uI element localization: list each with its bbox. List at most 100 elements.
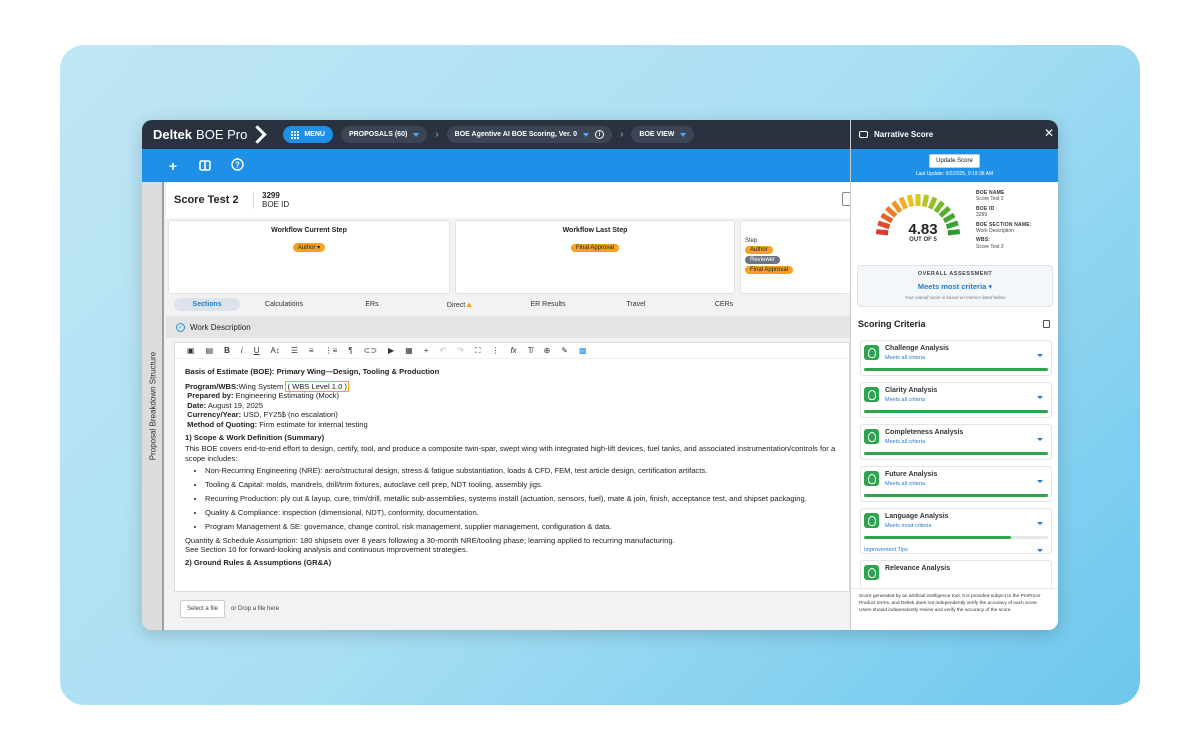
breakdown-structure-tab[interactable]: Proposal Breakdown Structure xyxy=(142,182,164,630)
shield-check-icon xyxy=(864,471,879,486)
criteria-name: Clarity Analysis xyxy=(885,387,938,394)
rich-text-editor[interactable]: ▣ ▤ B i U A↕ ☰ ≡ ⋮≡ ¶ ⊂⊃ ▶ ▦ + ↶ ↷ ⛶ ⋮ f… xyxy=(174,342,850,592)
breadcrumb-separator-icon: › xyxy=(435,129,439,140)
chevron-down-icon[interactable] xyxy=(1037,549,1043,552)
chevron-down-icon[interactable] xyxy=(1037,396,1043,399)
list-item: Recurring Production: ply cut & layup, c… xyxy=(205,494,839,504)
criteria-progress xyxy=(864,368,1048,371)
tab-er-results[interactable]: ER Results xyxy=(504,298,592,311)
criteria-name: Language Analysis xyxy=(885,513,949,520)
update-score-button[interactable]: Update Score xyxy=(929,154,980,168)
fullscreen-icon[interactable]: ⛶ xyxy=(475,346,481,356)
overall-assessment[interactable]: OVERALL ASSESSMENT Meets most criteria ▾… xyxy=(857,265,1053,307)
table-icon[interactable]: ▦ xyxy=(405,346,413,355)
assumption-text: Quantity & Schedule Assumption: 180 ship… xyxy=(185,535,675,545)
criteria-card[interactable]: Future Analysis Meets all criteria xyxy=(860,466,1052,502)
criteria-card[interactable]: Challenge Analysis Meets all criteria xyxy=(860,340,1052,376)
formula-icon[interactable]: fx xyxy=(510,346,516,355)
paragraph-icon[interactable]: ¶ xyxy=(348,346,352,355)
clear-format-icon[interactable]: T̸ xyxy=(528,346,533,355)
tab-sections[interactable]: Sections xyxy=(174,297,240,311)
save-icon[interactable]: ▣ xyxy=(187,346,195,355)
current-step-dropdown[interactable]: Author ▾ xyxy=(292,243,326,252)
document-icon[interactable]: ▤ xyxy=(206,346,214,355)
criteria-card[interactable]: Clarity Analysis Meets all criteria xyxy=(860,382,1052,418)
step-badge-final: Final Approval xyxy=(745,266,794,274)
document-body[interactable]: Basis of Estimate (BOE): Primary Wing—De… xyxy=(175,359,849,578)
more-icon[interactable]: ⋮ xyxy=(491,346,499,355)
undo-icon[interactable]: ↶ xyxy=(439,346,446,355)
book-icon[interactable] xyxy=(198,158,212,174)
info-icon[interactable]: i xyxy=(595,130,605,139)
warning-icon: ▲ xyxy=(465,299,474,309)
panel-header: Narrative Score ✕ xyxy=(851,120,1058,149)
chevron-down-icon[interactable] xyxy=(1037,522,1043,525)
breadcrumb-separator-icon: › xyxy=(620,129,624,140)
help-icon[interactable]: ? xyxy=(230,157,244,174)
image-icon[interactable]: ▩ xyxy=(579,346,587,355)
action-toolbar: + ? xyxy=(142,149,850,182)
header-action-button[interactable] xyxy=(842,192,850,206)
tab-direct[interactable]: Direct▲ xyxy=(416,298,504,311)
shield-check-icon xyxy=(864,387,879,402)
gauge-tick xyxy=(880,212,894,224)
tab-ers[interactable]: ERs xyxy=(328,298,416,311)
improvement-tips-link[interactable]: Improvement Tips xyxy=(864,547,908,553)
last-step-badge: Final Approval xyxy=(570,244,620,252)
project-dropdown[interactable]: BOE Agentive AI BOE Scoring, Ver. 0 i xyxy=(446,126,613,143)
gauge-tick xyxy=(921,194,930,208)
view-dropdown[interactable]: BOE VIEW xyxy=(631,126,695,143)
font-size-icon[interactable]: A↕ xyxy=(270,346,279,355)
chevron-down-icon xyxy=(680,132,687,137)
zoom-icon[interactable]: ⊕ xyxy=(544,346,551,355)
drop-hint: or Drop a file here xyxy=(231,606,280,612)
underline-icon[interactable]: U xyxy=(254,346,260,355)
criteria-status: Meets all criteria xyxy=(885,481,926,487)
criteria-card[interactable]: Completeness Analysis Meets all criteria xyxy=(860,424,1052,460)
criteria-progress xyxy=(864,410,1048,413)
gauge-tick xyxy=(938,206,951,218)
panel-title: Narrative Score xyxy=(874,130,934,139)
tab-cers[interactable]: CERs xyxy=(680,298,768,311)
link-icon[interactable]: ⊂⊃ xyxy=(364,346,377,355)
align-left-icon[interactable]: ☰ xyxy=(291,346,298,355)
chevron-down-icon[interactable] xyxy=(1037,354,1043,357)
chevron-down-icon[interactable] xyxy=(1037,438,1043,441)
close-icon[interactable]: ✕ xyxy=(1044,126,1054,140)
criteria-progress xyxy=(864,494,1048,497)
chevron-down-icon[interactable] xyxy=(1037,480,1043,483)
gauge-tick xyxy=(898,196,909,210)
workflow-last-title: Workflow Last Step xyxy=(562,227,628,234)
brush-icon[interactable]: ✎ xyxy=(561,346,568,355)
tab-calculations[interactable]: Calculations xyxy=(240,298,328,311)
add-icon[interactable]: + xyxy=(166,158,180,174)
insert-icon[interactable]: + xyxy=(424,346,429,355)
gauge-tick xyxy=(933,200,945,214)
criteria-status: Meets all criteria xyxy=(885,355,926,361)
narrative-score-panel: Narrative Score ✕ Update Score Last Upda… xyxy=(850,120,1058,630)
editor-toolbar: ▣ ▤ B i U A↕ ☰ ≡ ⋮≡ ¶ ⊂⊃ ▶ ▦ + ↶ ↷ ⛶ ⋮ f… xyxy=(175,343,849,359)
list-item: Non-Recurring Engineering (NRE): aero/st… xyxy=(205,466,839,476)
menu-button[interactable]: MENU xyxy=(283,126,333,143)
criteria-status: Meets all criteria xyxy=(885,397,926,403)
select-file-button[interactable]: Select a file xyxy=(180,600,226,618)
scoring-criteria-title: Scoring Criteria xyxy=(858,319,926,329)
tab-travel[interactable]: Travel xyxy=(592,298,680,311)
criteria-card[interactable]: Language Analysis Meets most criteria Impr… xyxy=(860,508,1052,554)
brand-logo: Deltek BOE Pro xyxy=(142,125,265,145)
bold-icon[interactable]: B xyxy=(224,346,230,355)
proposals-dropdown[interactable]: PROPOSALS (60) xyxy=(340,126,428,143)
copy-icon[interactable] xyxy=(1043,320,1050,328)
section-header[interactable]: ✓ Work Description xyxy=(166,316,850,338)
shield-check-icon xyxy=(864,429,879,444)
view-label: BOE VIEW xyxy=(639,131,675,138)
redo-icon[interactable]: ↷ xyxy=(457,346,464,355)
align-center-icon[interactable]: ≡ xyxy=(309,346,314,355)
list-item: Program Management & SE: governance, cha… xyxy=(205,522,839,532)
video-icon[interactable]: ▶ xyxy=(388,346,394,355)
criteria-card[interactable]: Relevance Analysis xyxy=(860,560,1052,590)
main-content: Score Test 2 3299 BOE ID Workflow Curren… xyxy=(166,182,850,630)
italic-icon[interactable]: i xyxy=(241,346,243,355)
list-icon[interactable]: ⋮≡ xyxy=(325,346,338,355)
criteria-progress xyxy=(864,536,1048,539)
